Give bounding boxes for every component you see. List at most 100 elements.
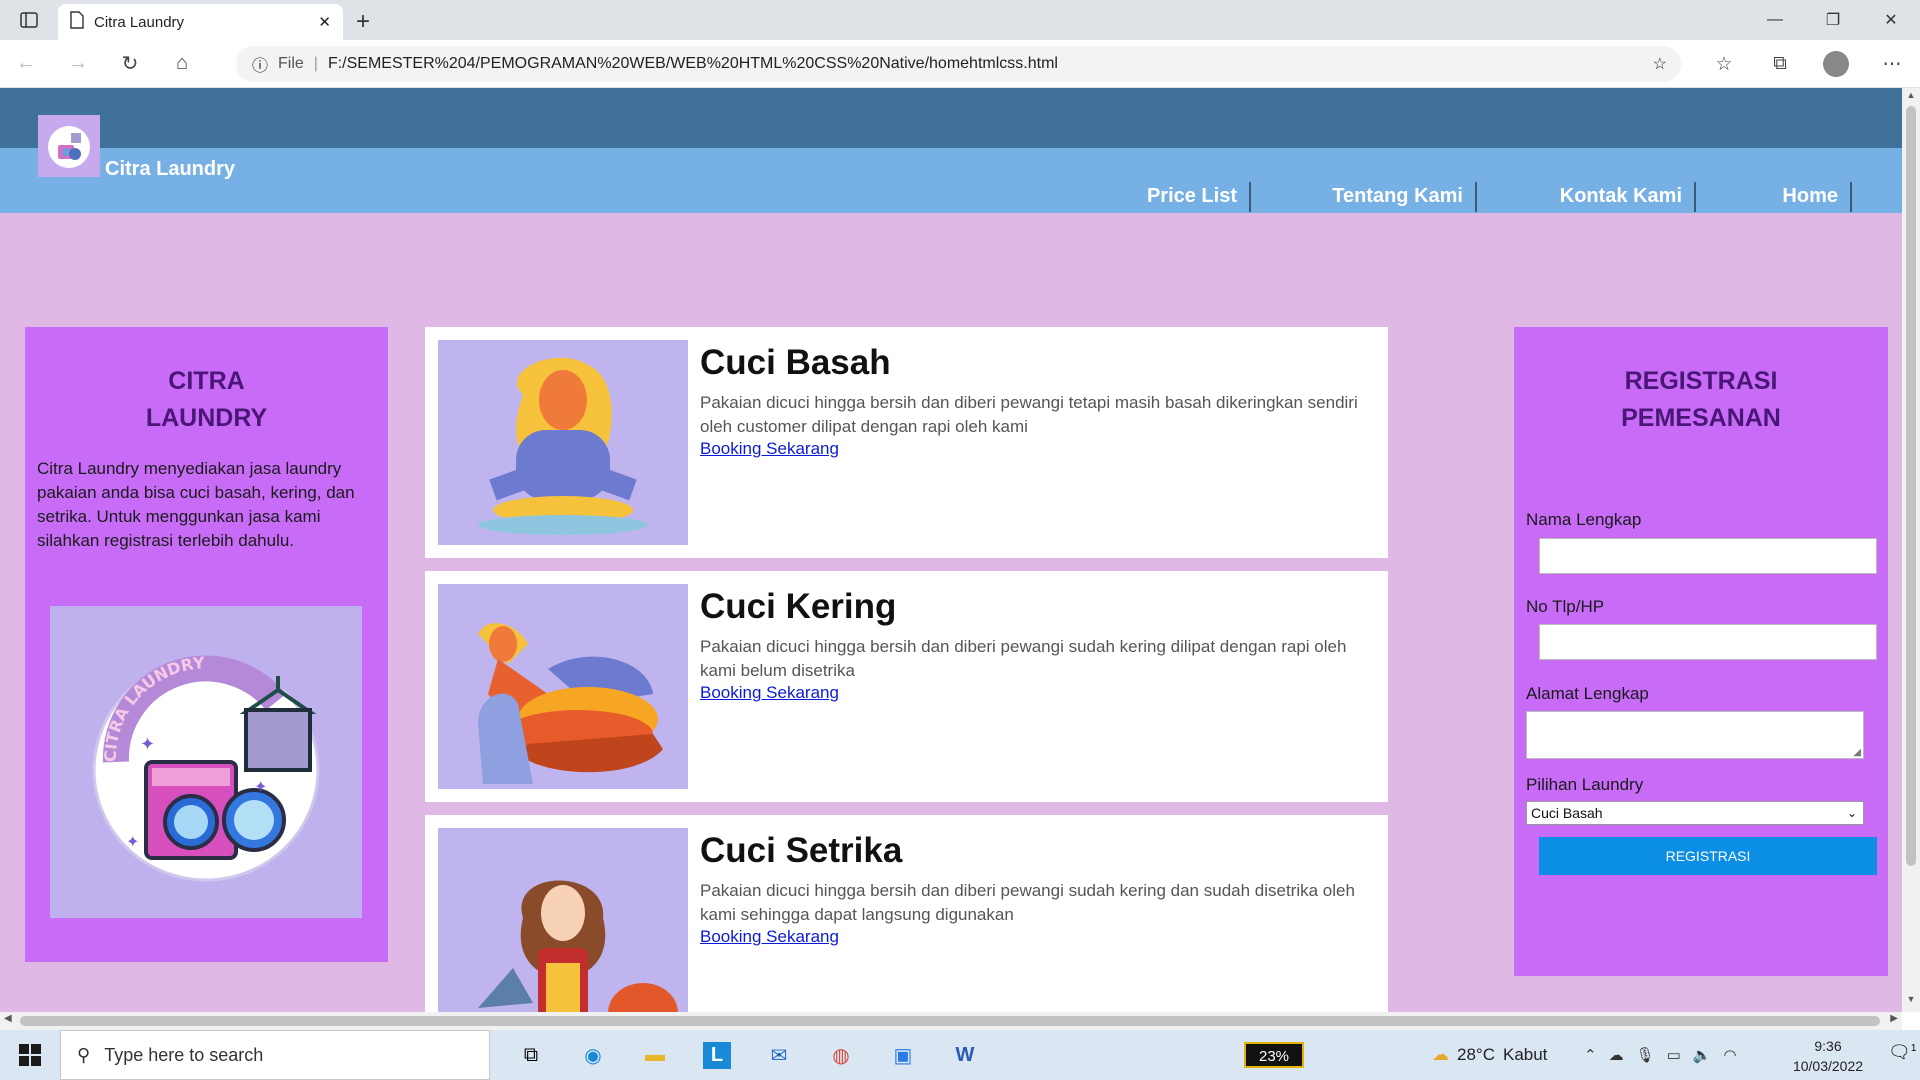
weather-condition: Kabut: [1502, 1045, 1548, 1064]
close-tab-icon[interactable]: ✕: [318, 13, 331, 31]
service-illustration-washing: [438, 340, 688, 545]
new-tab-button[interactable]: +: [343, 4, 383, 40]
horizontal-scrollbar[interactable]: ◀ ▶: [0, 1012, 1902, 1030]
scroll-up-icon[interactable]: ▲: [1902, 90, 1920, 106]
more-menu-icon[interactable]: ⋯: [1864, 53, 1920, 76]
services-list: Cuci Basah Pakaian dicuci hingga bersih …: [425, 327, 1388, 1012]
vertical-scrollbar[interactable]: ▲ ▼: [1902, 88, 1920, 1012]
clock[interactable]: 9:36 10/03/2022: [1778, 1036, 1878, 1076]
address-textarea[interactable]: ◢: [1526, 711, 1864, 759]
tab-title: Citra Laundry: [94, 13, 185, 31]
laundry-choice-select[interactable]: Cuci Basah ⌄: [1526, 801, 1864, 825]
address-label: Alamat Lengkap: [1526, 684, 1649, 703]
svg-text:✦: ✦: [254, 779, 267, 796]
notification-count: 1: [1910, 1043, 1917, 1054]
about-card: CITRA LAUNDRY Citra Laundry menyediakan j…: [25, 327, 388, 962]
notification-icon[interactable]: 🗨1: [1888, 1042, 1916, 1063]
file-explorer-icon[interactable]: ▬: [624, 1030, 686, 1080]
browser-tab[interactable]: Citra Laundry ✕: [58, 4, 343, 40]
chevron-down-icon: ⌄: [1846, 806, 1857, 820]
favorite-star-icon[interactable]: ☆: [1653, 54, 1667, 74]
refresh-icon[interactable]: ↻: [104, 40, 156, 88]
back-icon[interactable]: ←: [0, 40, 52, 88]
header-top-bar: [0, 88, 1902, 148]
service-card: Cuci Basah Pakaian dicuci hingga bersih …: [425, 327, 1388, 558]
edge-icon[interactable]: ◉: [562, 1030, 624, 1080]
favorites-icon[interactable]: ☆: [1696, 53, 1752, 76]
address-separator: |: [313, 55, 318, 72]
profile-avatar[interactable]: [1823, 51, 1849, 77]
app-l-icon[interactable]: L: [686, 1030, 748, 1080]
booking-link[interactable]: Booking Sekarang: [700, 439, 839, 459]
battery-icon[interactable]: ▭: [1667, 1046, 1681, 1064]
address-bar[interactable]: ⓘ File | F:/SEMESTER%204/PEMOGRAMAN%20WE…: [236, 46, 1681, 82]
word-icon[interactable]: W: [934, 1030, 996, 1080]
about-text: Citra Laundry menyediakan jasa laundry p…: [37, 459, 355, 550]
service-illustration-ironing: [438, 828, 688, 1012]
laundry-logo-image: CITRA LAUNDRY ✦ ✦ ✦: [50, 606, 362, 918]
service-description: Pakaian dicuci hingga bersih dan diberi …: [700, 881, 1355, 924]
temperature: 28°C: [1457, 1045, 1495, 1064]
phone-field[interactable]: [1539, 624, 1877, 660]
service-card: Cuci Setrika Pakaian dicuci hingga bersi…: [425, 815, 1388, 1012]
task-view-icon[interactable]: ⧉: [500, 1030, 562, 1080]
horizontal-scroll-thumb[interactable]: [20, 1016, 1880, 1026]
nav-tentang-kami[interactable]: Tentang Kami: [1251, 182, 1477, 212]
address-scheme-label: File: [278, 55, 304, 72]
registration-submit-button[interactable]: REGISTRASI: [1539, 837, 1877, 875]
search-icon: ⚲: [77, 1044, 91, 1065]
battery-indicator[interactable]: 23%: [1244, 1042, 1304, 1068]
system-tray: ⌃ ☁ 🎙 ▭ 🔈 ◠: [1584, 1030, 1737, 1080]
browser-tabbar: Citra Laundry ✕ + — ❐ ✕: [0, 0, 1920, 40]
page-viewport: Citra Laundry Price List Tentang Kami Ko…: [0, 88, 1902, 1012]
date: 10/03/2022: [1792, 1058, 1864, 1074]
chrome-icon[interactable]: ◍: [810, 1030, 872, 1080]
windows-start-icon[interactable]: [0, 1030, 60, 1080]
cloud-icon[interactable]: ☁: [1609, 1046, 1624, 1064]
tab-actions-icon[interactable]: [0, 0, 58, 40]
brand-name[interactable]: Citra Laundry: [105, 158, 235, 181]
service-card: Cuci Kering Pakaian dicuci hingga bersih…: [425, 571, 1388, 802]
service-title: Cuci Setrika: [700, 831, 903, 870]
name-label: Nama Lengkap: [1526, 510, 1642, 529]
taskbar-search[interactable]: ⚲ Type here to search: [60, 1030, 490, 1080]
nav-kontak-kami[interactable]: Kontak Kami: [1477, 182, 1696, 212]
about-title: CITRA LAUNDRY: [145, 367, 268, 432]
minimize-icon[interactable]: —: [1746, 0, 1804, 40]
browser-toolbar: ← → ↻ ⌂ ⓘ File | F:/SEMESTER%204/PEMOGRA…: [0, 40, 1920, 88]
url-text[interactable]: F:/SEMESTER%204/PEMOGRAMAN%20WEB/WEB%20H…: [328, 55, 1058, 73]
service-description: Pakaian dicuci hingga bersih dan diberi …: [700, 637, 1347, 680]
mail-icon[interactable]: ✉: [748, 1030, 810, 1080]
resize-handle-icon[interactable]: ◢: [1853, 747, 1861, 758]
close-window-icon[interactable]: ✕: [1862, 0, 1920, 40]
volume-icon[interactable]: 🔈: [1693, 1046, 1712, 1064]
nav-home[interactable]: Home: [1696, 182, 1852, 212]
site-logo[interactable]: [38, 115, 100, 177]
weather-widget[interactable]: ☁ 28°C Kabut: [1432, 1030, 1547, 1080]
collections-icon[interactable]: ⧉: [1752, 53, 1808, 75]
forward-icon[interactable]: →: [52, 40, 104, 88]
phone-label: No Tlp/HP: [1526, 597, 1605, 616]
registration-card: REGISTRASI PEMESANAN Nama Lengkap No Tlp/…: [1514, 327, 1888, 976]
vertical-scroll-thumb[interactable]: [1906, 106, 1916, 866]
choice-label: Pilihan Laundry: [1526, 775, 1644, 794]
restore-icon[interactable]: ❐: [1804, 0, 1862, 40]
service-title: Cuci Basah: [700, 343, 891, 382]
select-value: Cuci Basah: [1531, 805, 1603, 821]
zoom-icon[interactable]: ▣: [872, 1030, 934, 1080]
svg-text:✦: ✦: [140, 734, 155, 754]
scroll-left-icon[interactable]: ◀: [4, 1013, 12, 1024]
wifi-icon[interactable]: ◠: [1724, 1046, 1737, 1064]
scroll-down-icon[interactable]: ▼: [1902, 994, 1920, 1010]
home-icon[interactable]: ⌂: [156, 40, 208, 88]
booking-link[interactable]: Booking Sekarang: [700, 927, 839, 947]
scroll-right-icon[interactable]: ▶: [1890, 1013, 1898, 1024]
microphone-icon[interactable]: 🎙: [1636, 1046, 1655, 1064]
booking-link[interactable]: Booking Sekarang: [700, 683, 839, 703]
info-icon[interactable]: ⓘ: [252, 52, 268, 76]
nav-price-list[interactable]: Price List: [1101, 182, 1251, 212]
search-placeholder: Type here to search: [104, 1044, 264, 1065]
chevron-up-icon[interactable]: ⌃: [1584, 1046, 1597, 1064]
time: 9:36: [1814, 1038, 1842, 1054]
name-field[interactable]: [1539, 538, 1877, 574]
